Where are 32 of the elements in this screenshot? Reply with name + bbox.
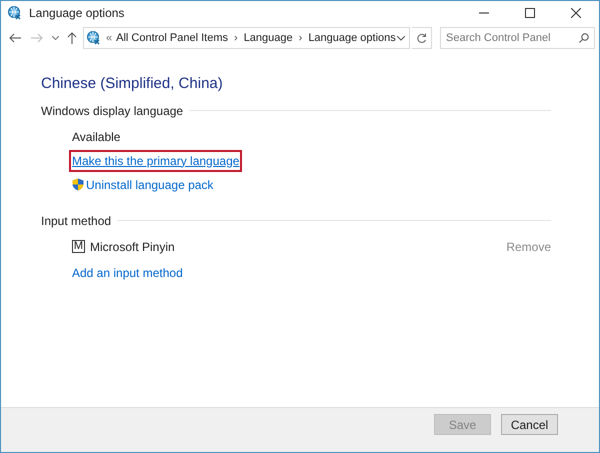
close-icon — [571, 8, 581, 18]
search-field[interactable]: Search Control Panel — [440, 27, 595, 49]
address-bar[interactable]: « All Control Panel Items › Language › Language options — [83, 27, 410, 49]
breadcrumb-item[interactable]: Language options — [308, 30, 396, 46]
section-title: Windows display language — [41, 102, 184, 120]
chevron-down-icon — [52, 36, 58, 40]
up-arrow-icon — [67, 32, 77, 44]
dialog-button[interactable]: Cancel — [501, 414, 558, 435]
breadcrumb-item[interactable]: All Control Panel Items — [116, 30, 228, 46]
globe-icon — [7, 5, 23, 21]
refresh-icon — [416, 32, 427, 44]
language-link[interactable]: Uninstall language pack — [86, 176, 214, 194]
language-heading: Chinese (Simplified, China) — [41, 74, 224, 94]
control-panel-icon — [86, 30, 102, 46]
breadcrumb-separator: › — [298, 30, 302, 46]
breadcrumb-item[interactable]: Language — [244, 30, 293, 46]
status-text: Available — [72, 128, 122, 146]
forward-arrow-icon — [31, 33, 43, 43]
breadcrumb-separator: › — [234, 30, 238, 46]
maximize-icon — [525, 8, 535, 18]
breadcrumb-overflow[interactable]: « — [106, 30, 112, 46]
refresh-button[interactable] — [412, 27, 432, 49]
chevron-down-icon[interactable] — [397, 36, 405, 40]
section-title: Input method — [41, 212, 112, 230]
back-arrow-icon — [9, 33, 21, 43]
input-method-badge-icon: M — [72, 240, 85, 253]
search-icon — [579, 33, 589, 43]
window-title: Language options — [29, 5, 124, 22]
shield-icon — [72, 178, 84, 191]
language-link[interactable]: Make this the primary language — [69, 150, 242, 172]
input-method-name: Microsoft Pinyin — [90, 238, 175, 256]
add-input-method-link[interactable]: Add an input method — [72, 264, 183, 282]
